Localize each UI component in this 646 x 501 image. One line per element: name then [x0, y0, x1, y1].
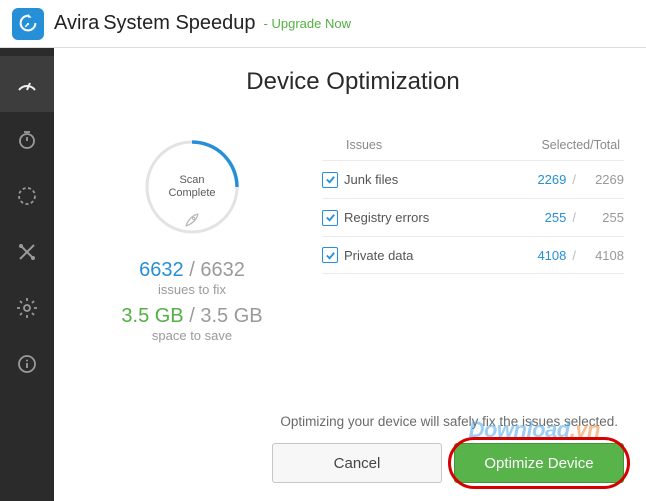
sidebar-item-power[interactable]: [0, 168, 54, 224]
issues-table: Issues Selected/Total Junk files 2269 / …: [322, 130, 624, 394]
title-avira: Avira: [54, 12, 99, 35]
sidebar-item-tools[interactable]: [0, 224, 54, 280]
avira-logo: [12, 8, 44, 40]
sidebar-item-dashboard[interactable]: [0, 56, 54, 112]
main-panel: Device Optimization Scan Complete: [54, 48, 646, 501]
sidebar: [0, 48, 54, 501]
upgrade-link[interactable]: - Upgrade Now: [264, 16, 351, 31]
cancel-button[interactable]: Cancel: [272, 443, 442, 483]
app-header: Avira System Speedup - Upgrade Now: [0, 0, 646, 48]
issues-metric: 6632 / 6632: [139, 259, 245, 282]
issues-found: 6632: [139, 259, 184, 281]
issue-selected[interactable]: 2269: [524, 172, 566, 187]
checkbox-junk[interactable]: [322, 172, 338, 188]
issue-row-private: Private data 4108 / 4108: [322, 236, 624, 274]
space-label: space to save: [152, 328, 232, 343]
space-total: 3.5 GB: [200, 305, 262, 327]
issue-total: 2269: [582, 172, 624, 187]
issue-name: Registry errors: [344, 210, 494, 225]
title-rest: System Speedup: [103, 12, 255, 35]
footer-note: Optimizing your device will safely fix t…: [82, 414, 624, 429]
rocket-icon: [182, 210, 202, 235]
sidebar-item-clock[interactable]: [0, 112, 54, 168]
scan-progress-ring: Scan Complete: [137, 132, 247, 247]
space-metric: 3.5 GB / 3.5 GB: [121, 305, 262, 328]
scan-panel: Scan Complete 6632 / 6632 issues to fix …: [92, 124, 292, 394]
issue-selected[interactable]: 4108: [524, 248, 566, 263]
issue-row-registry: Registry errors 255 / 255: [322, 198, 624, 236]
issue-name: Junk files: [344, 172, 494, 187]
issues-total: 6632: [200, 259, 245, 281]
issues-label: issues to fix: [158, 282, 226, 297]
issue-total: 4108: [582, 248, 624, 263]
space-found: 3.5 GB: [121, 305, 183, 327]
sidebar-item-settings[interactable]: [0, 280, 54, 336]
scan-status-line2: Complete: [168, 187, 215, 200]
scan-status-line1: Scan: [168, 174, 215, 187]
optimize-button[interactable]: Optimize Device: [454, 443, 624, 483]
page-title: Device Optimization: [82, 68, 624, 96]
issue-name: Private data: [344, 248, 494, 263]
issue-row-junk: Junk files 2269 / 2269: [322, 160, 624, 198]
column-issues: Issues: [322, 138, 512, 152]
sidebar-item-info[interactable]: [0, 336, 54, 392]
column-selected-total: Selected/Total: [512, 138, 624, 152]
checkbox-private[interactable]: [322, 247, 338, 263]
issue-total: 255: [582, 210, 624, 225]
checkbox-registry[interactable]: [322, 210, 338, 226]
issue-selected[interactable]: 255: [524, 210, 566, 225]
